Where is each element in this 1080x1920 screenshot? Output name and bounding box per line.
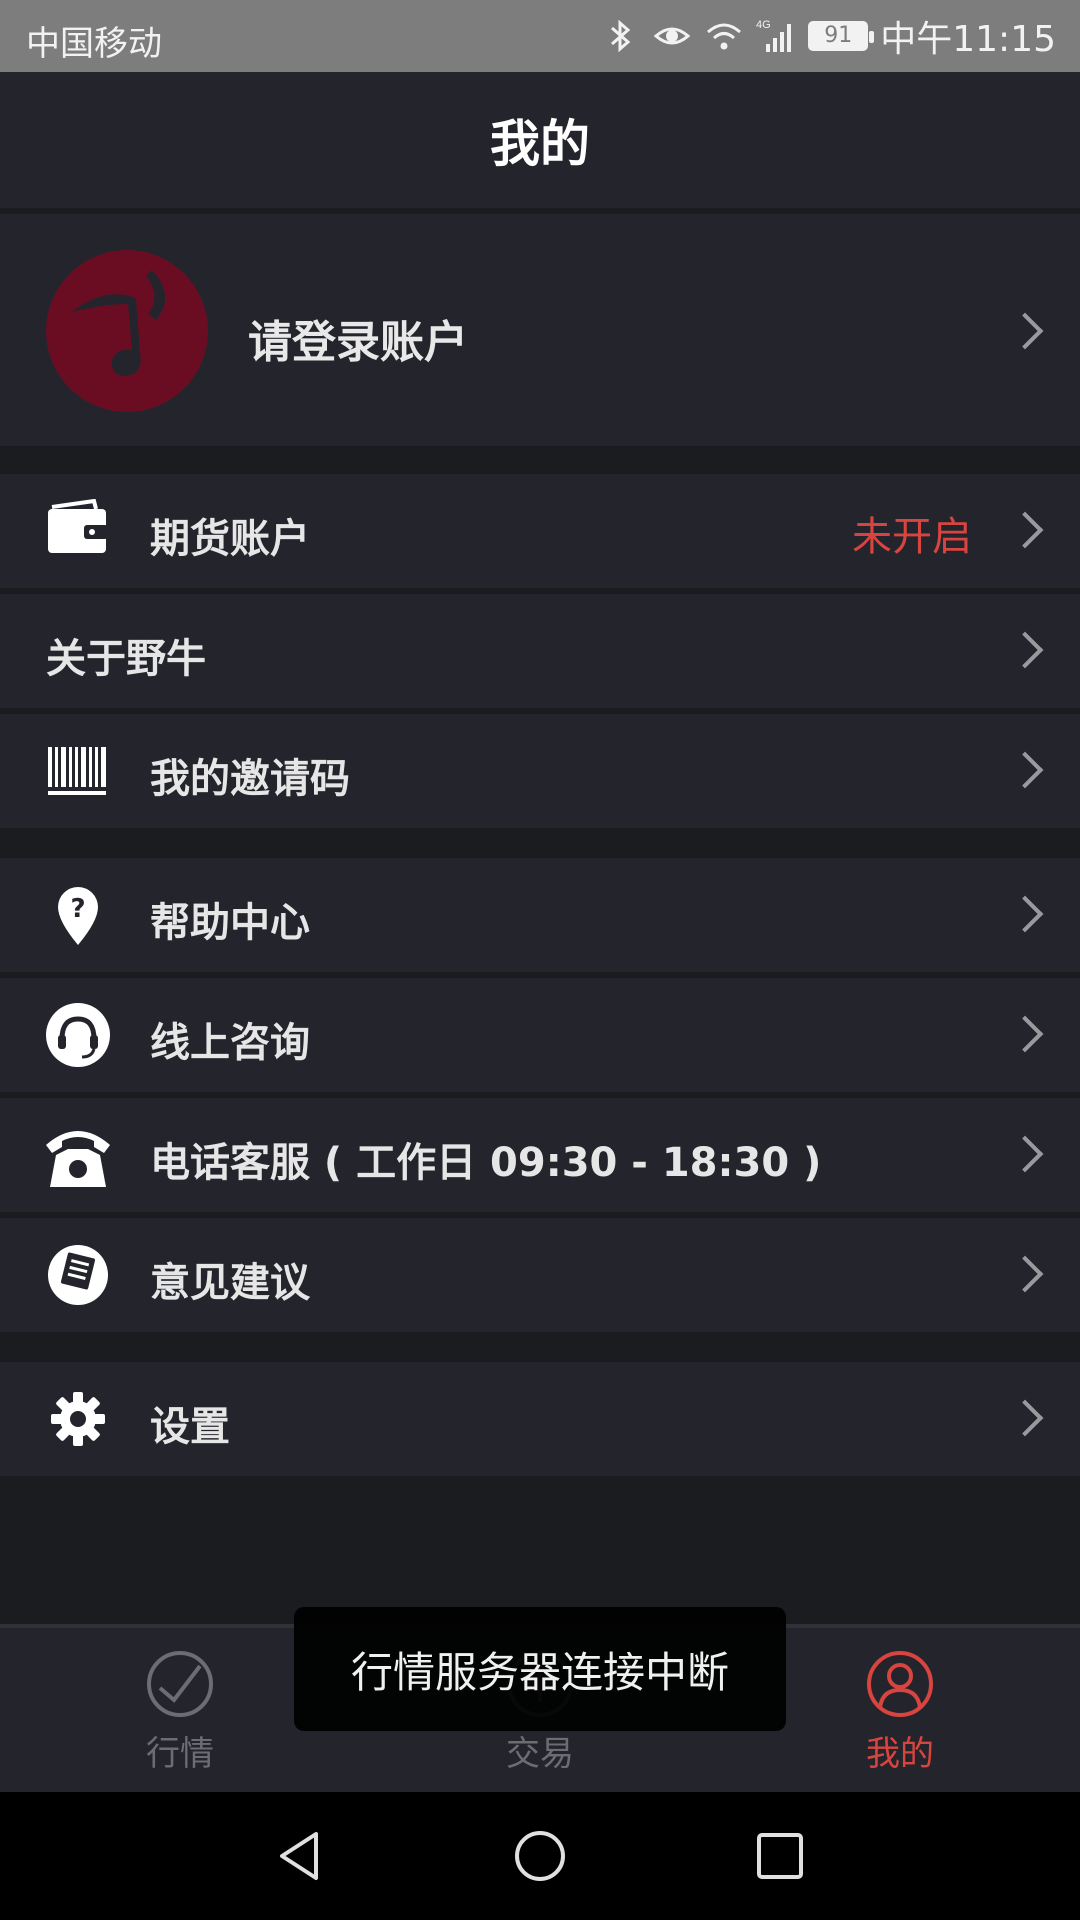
chevron-right-icon bbox=[1006, 1255, 1044, 1293]
phone-icon bbox=[46, 1131, 110, 1187]
toast-text: 行情服务器连接中断 bbox=[350, 1647, 729, 1697]
market-icon bbox=[147, 1651, 213, 1717]
svg-text:?: ? bbox=[70, 894, 85, 924]
svg-text:4G: 4G bbox=[756, 19, 771, 31]
wallet-icon bbox=[48, 499, 108, 553]
menu-item-online-consult[interactable]: 线上咨询 bbox=[0, 978, 1080, 1092]
screen: 中国移动 4G 91 中午11:15 我的 请登录账户 期货账户 未开启 关于野… bbox=[0, 0, 1080, 1920]
tab-profile[interactable]: 我的 bbox=[810, 1648, 990, 1788]
menu-item-feedback[interactable]: 意见建议 bbox=[0, 1218, 1080, 1332]
chevron-right-icon bbox=[1006, 511, 1044, 549]
chevron-right-icon bbox=[1006, 895, 1044, 933]
clock: 中午11:15 bbox=[880, 19, 1056, 60]
tab-market[interactable]: 行情 bbox=[90, 1648, 270, 1788]
menu-label: 电话客服 ( 工作日 09:30 - 18:30 ) bbox=[150, 1140, 822, 1186]
menu-label: 线上咨询 bbox=[150, 1020, 310, 1066]
signal-4g-icon: 4G bbox=[756, 19, 792, 52]
headset-icon bbox=[46, 1003, 110, 1067]
tab-label: 我的 bbox=[866, 1734, 934, 1774]
menu-item-invite-code[interactable]: 我的邀请码 bbox=[0, 714, 1080, 828]
menu-item-about[interactable]: 关于野牛 bbox=[0, 594, 1080, 708]
system-nav-bar bbox=[0, 1792, 1080, 1920]
menu-label: 我的邀请码 bbox=[150, 756, 350, 802]
recents-icon[interactable] bbox=[750, 1826, 810, 1886]
menu-label: 关于野牛 bbox=[46, 636, 206, 682]
back-icon[interactable] bbox=[270, 1826, 330, 1886]
menu-item-futures-account[interactable]: 期货账户 未开启 bbox=[0, 474, 1080, 588]
menu-label: 意见建议 bbox=[150, 1260, 310, 1306]
login-prompt: 请登录账户 bbox=[248, 317, 468, 368]
profile-icon bbox=[867, 1651, 933, 1717]
tab-label: 行情 bbox=[146, 1734, 214, 1774]
chevron-right-icon bbox=[1006, 631, 1044, 669]
menu-label: 期货账户 bbox=[150, 516, 310, 562]
menu-label: 帮助中心 bbox=[150, 900, 310, 946]
login-row[interactable]: 请登录账户 bbox=[0, 214, 1080, 446]
gear-icon bbox=[51, 1392, 105, 1446]
wifi-icon bbox=[707, 23, 742, 50]
status-bar: 中国移动 4G 91 中午11:15 bbox=[0, 0, 1080, 72]
eye-icon bbox=[653, 27, 691, 45]
chevron-right-icon bbox=[1006, 312, 1044, 350]
menu-item-phone-service[interactable]: 电话客服 ( 工作日 09:30 - 18:30 ) bbox=[0, 1098, 1080, 1212]
battery-icon: 91 bbox=[808, 21, 875, 51]
chevron-right-icon bbox=[1006, 1399, 1044, 1437]
chevron-right-icon bbox=[1006, 1135, 1044, 1173]
chevron-right-icon bbox=[1006, 1015, 1044, 1053]
menu-item-help-center[interactable]: ? 帮助中心 bbox=[0, 858, 1080, 972]
toast-message: 行情服务器连接中断 bbox=[294, 1607, 786, 1731]
help-pin-icon: ? bbox=[58, 887, 98, 945]
barcode-icon bbox=[48, 747, 106, 795]
account-status-badge: 未开启 bbox=[852, 514, 972, 560]
feedback-icon bbox=[48, 1245, 108, 1305]
home-icon[interactable] bbox=[510, 1826, 570, 1886]
status-icons: 4G 91 中午11:15 bbox=[600, 12, 1056, 60]
chevron-right-icon bbox=[1006, 751, 1044, 789]
page-header: 我的 bbox=[0, 72, 1080, 208]
avatar bbox=[46, 250, 208, 412]
carrier-name: 中国移动 bbox=[26, 24, 162, 64]
page-title: 我的 bbox=[490, 115, 590, 173]
bluetooth-icon bbox=[611, 19, 631, 53]
tab-label: 交易 bbox=[506, 1734, 574, 1774]
menu-label: 设置 bbox=[150, 1404, 230, 1450]
menu-item-settings[interactable]: 设置 bbox=[0, 1362, 1080, 1476]
